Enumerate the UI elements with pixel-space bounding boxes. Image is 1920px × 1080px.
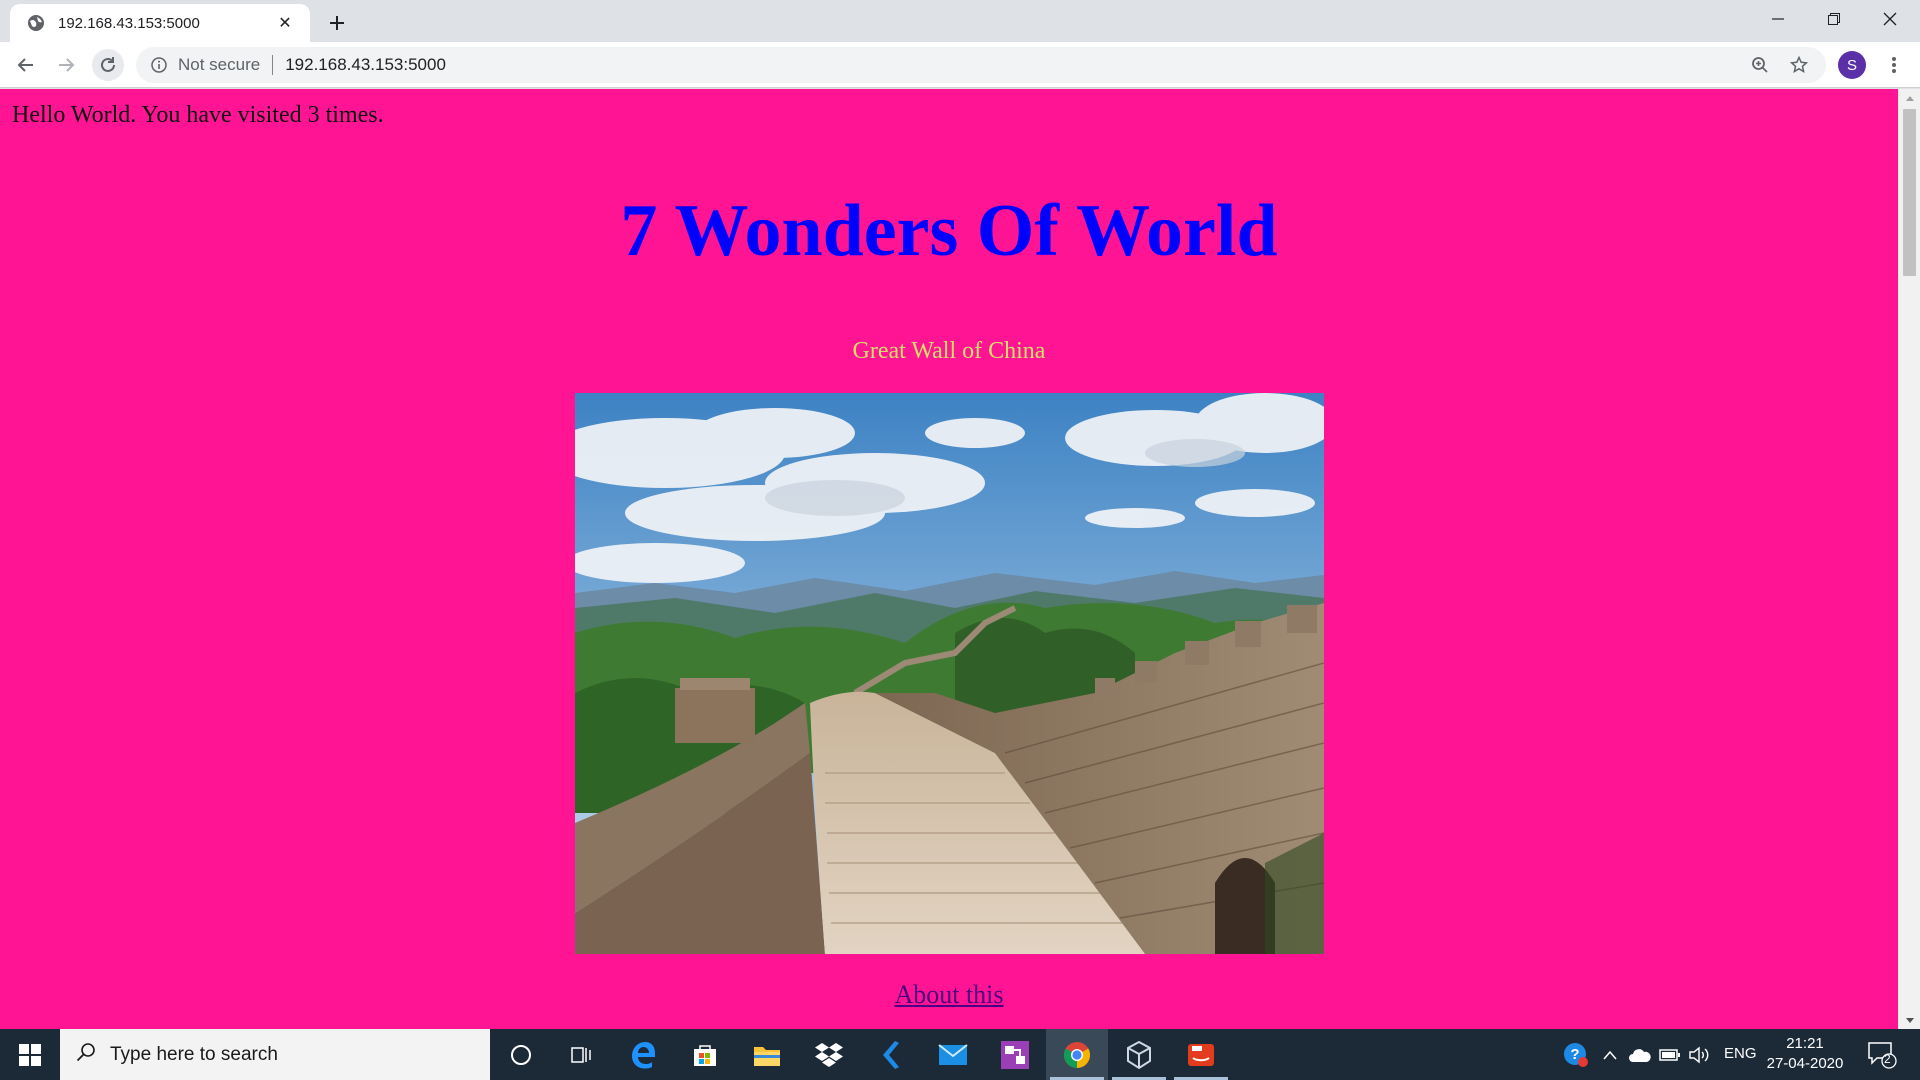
profile-avatar[interactable]: S (1838, 51, 1866, 79)
notification-count: 2 (1884, 1052, 1891, 1066)
chevron-up-icon[interactable] (1597, 1042, 1623, 1068)
page-title: 7 Wonders Of World (620, 190, 1278, 272)
menu-icon[interactable] (1878, 49, 1910, 81)
reload-button[interactable] (92, 49, 124, 81)
new-tab-button[interactable] (322, 8, 352, 38)
scroll-thumb[interactable] (1903, 109, 1916, 276)
globe-icon (26, 13, 46, 33)
page-scrollbar[interactable] (1898, 89, 1920, 1029)
zoom-icon[interactable] (1745, 50, 1775, 80)
edge-icon[interactable] (612, 1029, 674, 1080)
info-icon[interactable] (150, 56, 168, 74)
cortana-icon[interactable] (490, 1029, 552, 1080)
tab-close-icon[interactable]: ✕ (272, 10, 298, 36)
help-icon[interactable]: ? (1563, 1042, 1589, 1068)
task-view-icon[interactable] (550, 1029, 612, 1080)
visit-greeting: Hello World. You have visited 3 times. (12, 102, 384, 128)
page-viewport: Hello World. You have visited 3 times. 7… (0, 89, 1898, 1029)
url-text[interactable]: 192.168.43.153:5000 (285, 55, 446, 75)
bookmark-star-icon[interactable] (1784, 50, 1814, 80)
svg-text:?: ? (1570, 1046, 1579, 1063)
clock-date: 27-04-2020 (1766, 1055, 1844, 1072)
scroll-down-arrow-icon[interactable] (1899, 1011, 1920, 1029)
forward-button[interactable] (50, 49, 82, 81)
scroll-up-arrow-icon[interactable] (1899, 89, 1920, 107)
language-indicator[interactable]: ENG (1724, 1045, 1757, 1062)
visual-studio-icon[interactable] (984, 1029, 1046, 1080)
tab-strip: 192.168.43.153:5000 ✕ (0, 0, 1920, 42)
restore-button[interactable] (1806, 0, 1862, 38)
search-placeholder: Type here to search (110, 1043, 278, 1065)
clock-time: 21:21 (1786, 1035, 1824, 1052)
volume-icon[interactable] (1687, 1042, 1713, 1068)
security-label[interactable]: Not secure (178, 55, 260, 75)
file-explorer-icon[interactable] (736, 1029, 798, 1080)
close-window-button[interactable] (1862, 0, 1918, 38)
onedrive-icon[interactable] (1627, 1042, 1653, 1068)
taskbar-search-box[interactable]: Type here to search (60, 1029, 490, 1080)
virtualbox-icon[interactable] (1108, 1029, 1170, 1080)
battery-icon[interactable] (1657, 1042, 1683, 1068)
system-clock[interactable]: 21:21 27-04-2020 (1762, 1034, 1848, 1074)
java-icon[interactable] (1170, 1029, 1232, 1080)
address-separator (272, 55, 274, 75)
chrome-icon[interactable] (1046, 1029, 1108, 1080)
browser-tab[interactable]: 192.168.43.153:5000 ✕ (10, 4, 310, 42)
vscode-icon[interactable] (860, 1029, 922, 1080)
back-button[interactable] (10, 49, 42, 81)
browser-toolbar: Not secure 192.168.43.153:5000 S (0, 42, 1920, 88)
search-icon (76, 1042, 96, 1067)
address-bar[interactable]: Not secure 192.168.43.153:5000 (136, 47, 1826, 83)
great-wall-image (575, 393, 1324, 954)
mail-icon[interactable] (922, 1029, 984, 1080)
minimize-button[interactable] (1750, 0, 1806, 38)
windows-start-icon[interactable] (0, 1029, 60, 1080)
store-icon[interactable] (674, 1029, 736, 1080)
windows-taskbar: Type here to search ? ENG 21:21 27-04-20… (0, 1029, 1920, 1080)
dropbox-icon[interactable] (798, 1029, 860, 1080)
tab-title: 192.168.43.153:5000 (58, 14, 200, 32)
notification-icon[interactable]: 2 (1866, 1040, 1898, 1070)
about-link[interactable]: About this (0, 980, 1898, 1010)
wonder-caption: Great Wall of China (852, 338, 1046, 364)
